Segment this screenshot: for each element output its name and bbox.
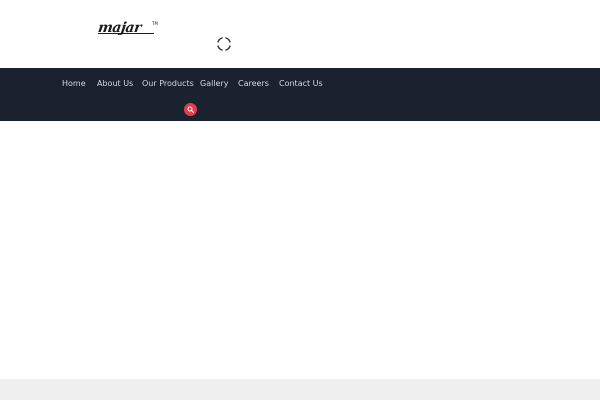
nav-item-home[interactable]: Home	[62, 79, 86, 88]
main-navigation	[0, 68, 600, 121]
page: majar TM Home About Us Our Products Gall…	[0, 0, 600, 400]
nav-item-our-products[interactable]: Our Products	[142, 79, 194, 88]
nav-item-gallery[interactable]: Gallery	[200, 79, 229, 88]
search-icon	[187, 106, 194, 113]
expand-icon[interactable]	[217, 36, 231, 51]
site-header: majar TM	[0, 0, 600, 68]
search-button[interactable]	[184, 103, 197, 116]
footer-strip	[0, 379, 600, 400]
nav-item-contact-us[interactable]: Contact Us	[279, 79, 323, 88]
logo-underline	[98, 33, 154, 34]
nav-item-about-us[interactable]: About Us	[97, 79, 133, 88]
logo-trademark: TM	[152, 21, 158, 26]
nav-item-careers[interactable]: Careers	[238, 79, 269, 88]
